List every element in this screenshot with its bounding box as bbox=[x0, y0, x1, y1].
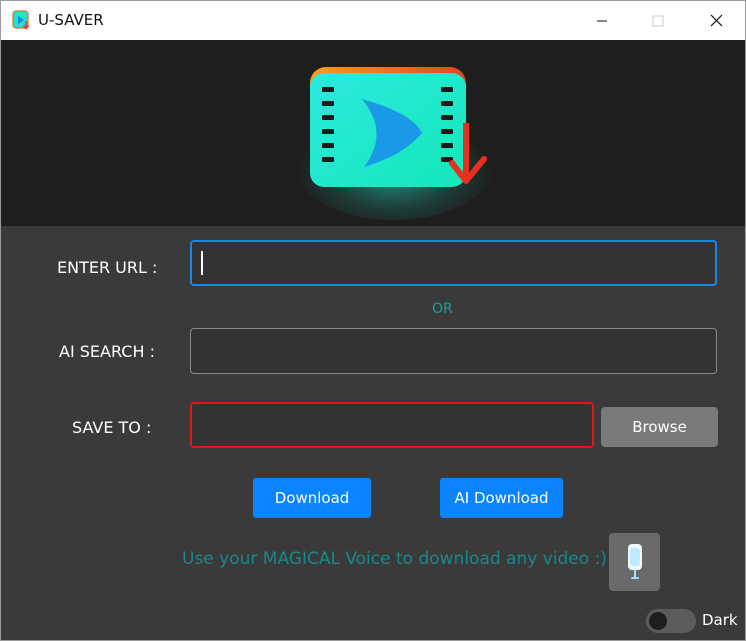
maximize-icon bbox=[652, 15, 664, 26]
video-download-logo bbox=[294, 67, 494, 220]
close-icon bbox=[710, 14, 722, 27]
text-caret bbox=[201, 251, 203, 275]
microphone-icon bbox=[627, 544, 642, 579]
header-banner bbox=[1, 40, 745, 226]
form-panel: ENTER URL : OR AI SEARCH : SAVE TO : Bro… bbox=[1, 226, 745, 640]
dark-mode-toggle[interactable] bbox=[646, 609, 696, 633]
app-icon bbox=[12, 10, 30, 30]
minimize-button[interactable] bbox=[579, 1, 625, 40]
title-bar: U-SAVER bbox=[1, 1, 745, 40]
url-label: ENTER URL : bbox=[57, 258, 158, 277]
minimize-icon bbox=[597, 20, 607, 21]
save-to-label: SAVE TO : bbox=[72, 418, 152, 437]
ai-download-button[interactable]: AI Download bbox=[440, 478, 563, 518]
toggle-knob bbox=[649, 612, 667, 630]
voice-prompt-text: Use your MAGICAL Voice to download any v… bbox=[182, 549, 607, 569]
maximize-button[interactable] bbox=[635, 1, 681, 40]
or-separator: OR bbox=[432, 301, 453, 317]
browse-button[interactable]: Browse bbox=[601, 407, 718, 447]
download-button[interactable]: Download bbox=[253, 478, 371, 518]
window-title: U-SAVER bbox=[38, 11, 104, 29]
ai-search-label: AI SEARCH : bbox=[59, 342, 155, 361]
ai-search-input[interactable] bbox=[190, 328, 717, 374]
app-window: U-SAVER ENTER URL: OR AI SEARCH: SAVE … bbox=[0, 0, 746, 641]
url-input[interactable] bbox=[190, 240, 717, 286]
voice-mic-button[interactable] bbox=[609, 533, 660, 591]
save-path-input[interactable] bbox=[190, 402, 594, 448]
close-button[interactable] bbox=[693, 1, 739, 40]
dark-mode-label: Dark bbox=[702, 611, 738, 629]
